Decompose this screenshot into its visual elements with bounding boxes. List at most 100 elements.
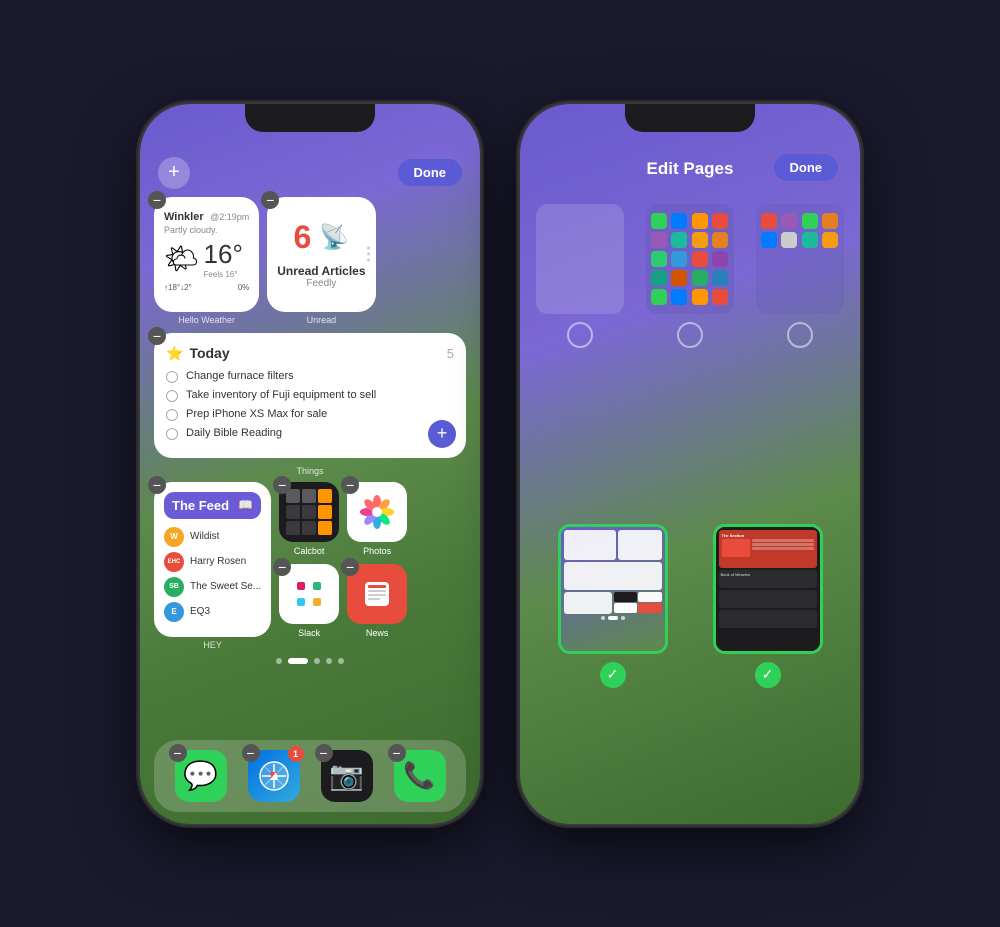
slack-icon[interactable]: − <box>279 564 339 624</box>
phone-1: + Done − Winkler @2:19pm Partly cloudy. <box>140 104 480 824</box>
calcbot-label: Calcbot <box>294 546 325 556</box>
photos-remove[interactable]: − <box>341 476 359 494</box>
photos-col: − <box>347 482 407 556</box>
feedly-widget-label: Unread <box>267 315 375 325</box>
check-circle-3 <box>166 409 178 421</box>
things-remove[interactable]: − <box>148 327 166 345</box>
things-label: Things <box>154 466 466 476</box>
camera-remove[interactable]: − <box>315 744 333 762</box>
page-preview-1[interactable] <box>536 204 624 314</box>
book-icon: 📖 <box>238 498 253 512</box>
messages-app[interactable]: − 💬 <box>175 750 227 802</box>
check-circle-1 <box>166 371 178 383</box>
camera-app[interactable]: − 📷 <box>321 750 373 802</box>
page-preview-4[interactable] <box>558 524 668 654</box>
feed-header: The Feed 📖 <box>164 492 261 519</box>
slack-label: Slack <box>298 628 320 638</box>
done-button-1[interactable]: Done <box>398 159 463 186</box>
page-preview-3[interactable] <box>756 204 844 314</box>
page-preview-5[interactable]: The Section Book of Mi <box>713 524 823 654</box>
phone1-topbar: + Done <box>154 149 466 197</box>
page-thumb-4: ✓ <box>558 524 668 688</box>
weather-time: @2:19pm <box>210 212 249 222</box>
things-title: Today <box>189 345 229 361</box>
things-item-3: Prep iPhone XS Max for sale <box>166 408 454 421</box>
page-thumb-3 <box>750 204 850 348</box>
check-circle-2 <box>166 390 178 402</box>
things-count: 5 <box>447 346 454 361</box>
feed-widget-label: HEY <box>154 640 271 650</box>
feedly-widget[interactable]: − 6 📡 Unread Articles Feedly <box>267 197 375 312</box>
page-preview-2[interactable] <box>646 204 734 314</box>
page-check-3[interactable] <box>787 322 813 348</box>
weather-range: ↑18°↓2° <box>164 283 192 292</box>
weather-label: Hello Weather <box>154 315 259 325</box>
feed-widget[interactable]: − The Feed 📖 W Wildist EHC Harry Rosen <box>154 482 271 637</box>
things-item-4: Daily Bible Reading <box>166 427 454 440</box>
page-thumb-5: The Section Book of Mi <box>713 524 823 688</box>
phone-icon: 📞 <box>403 760 435 791</box>
things-section: − ⭐ Today 5 Change furnace filters <box>154 333 466 476</box>
pages-grid-top <box>530 204 850 348</box>
weather-precip: 0% <box>238 283 250 292</box>
things-item-2: Take inventory of Fuji equipment to sell <box>166 389 454 402</box>
pages-grid-bottom: ✓ The Section <box>540 524 840 688</box>
feed-item-1: W Wildist <box>164 527 261 547</box>
feed-item-3: SB The Sweet Se... <box>164 577 261 597</box>
feed-avatar-1: W <box>164 527 184 547</box>
feed-item-4: E EQ3 <box>164 602 261 622</box>
notch-2 <box>625 104 755 132</box>
edit-pages-title: Edit Pages <box>520 159 860 179</box>
phone-app[interactable]: − 📞 <box>394 750 446 802</box>
slack-col: − Slack <box>279 564 339 638</box>
calcbot-remove[interactable]: − <box>273 476 291 494</box>
feed-avatar-4: E <box>164 602 184 622</box>
phone-remove[interactable]: − <box>388 744 406 762</box>
feedly-remove[interactable]: − <box>261 191 279 209</box>
news-remove[interactable]: − <box>341 558 359 576</box>
feedly-count: 6 <box>294 219 312 256</box>
page-dot-3 <box>314 658 320 664</box>
app-icons-grid: − <box>279 482 407 650</box>
things-widget[interactable]: − ⭐ Today 5 Change furnace filters <box>154 333 466 458</box>
page-thumb-1 <box>530 204 630 348</box>
feedly-dots <box>367 247 370 262</box>
safari-remove[interactable]: − <box>242 744 260 762</box>
feed-apps-row: − The Feed 📖 W Wildist EHC Harry Rosen <box>154 482 466 650</box>
weather-widget[interactable]: − Winkler @2:19pm Partly cloudy. 🌤 16 <box>154 197 259 312</box>
slack-remove[interactable]: − <box>273 558 291 576</box>
news-label: News <box>366 628 389 638</box>
calcbot-icon[interactable]: − <box>279 482 339 542</box>
weather-desc: Partly cloudy. <box>164 225 249 235</box>
check-circle-4 <box>166 428 178 440</box>
plus-button[interactable]: + <box>158 157 190 189</box>
page-check-4[interactable]: ✓ <box>600 662 626 688</box>
photos-icon[interactable]: − <box>347 482 407 542</box>
photos-label: Photos <box>363 546 391 556</box>
page-check-5[interactable]: ✓ <box>755 662 781 688</box>
things-item-1: Change furnace filters <box>166 370 454 383</box>
star-icon: ⭐ <box>166 345 183 362</box>
things-add-button[interactable]: + <box>428 420 456 448</box>
weather-temp: 16° <box>204 239 243 270</box>
top-widgets-row: − Winkler @2:19pm Partly cloudy. 🌤 16 <box>154 197 466 325</box>
messages-remove[interactable]: − <box>169 744 187 762</box>
messages-icon: 💬 <box>183 759 218 792</box>
safari-app[interactable]: − 1 <box>248 750 300 802</box>
news-icon[interactable]: − <box>347 564 407 624</box>
feed-avatar-2: EHC <box>164 552 184 572</box>
feed-avatar-3: SB <box>164 577 184 597</box>
feedly-rss-icon: 📡 <box>319 223 349 252</box>
weather-feels: Feels 16° <box>204 270 243 279</box>
feedly-label: Unread Articles <box>277 264 365 278</box>
page-check-2[interactable] <box>677 322 703 348</box>
feed-remove[interactable]: − <box>148 476 166 494</box>
page-thumb-2 <box>640 204 740 348</box>
feed-item-2: EHC Harry Rosen <box>164 552 261 572</box>
page-dots <box>154 658 466 664</box>
weather-remove[interactable]: − <box>148 191 166 209</box>
sun-icon: 🌤 <box>164 242 200 275</box>
dock: − 💬 − 1 − 📷 <box>154 740 466 812</box>
phone-2: Done Edit Pages <box>520 104 860 824</box>
page-check-1[interactable] <box>567 322 593 348</box>
